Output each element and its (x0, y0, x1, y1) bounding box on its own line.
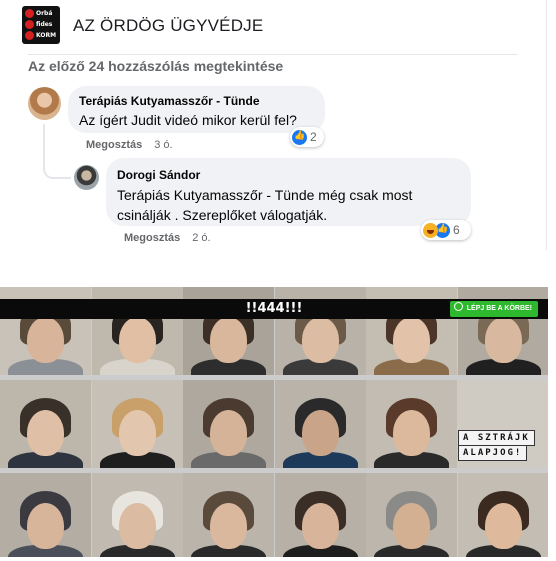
comment-bubble: Terápiás Kutyamasszőr - Tünde Az ígért J… (68, 86, 325, 133)
image-banner: !!444!!! LÉPJ BE A KÖRBE! (0, 299, 548, 319)
comment-author[interactable]: Terápiás Kutyamasszőr - Tünde (79, 94, 260, 108)
post-image[interactable]: !!444!!! LÉPJ BE A KÖRBE! A SZTRÁJK ALAP… (0, 287, 548, 557)
cta-badge: LÉPJ BE A KÖRBE! (449, 301, 538, 317)
portrait-tile (366, 380, 457, 468)
portrait-tile (91, 380, 183, 468)
like-icon (292, 129, 307, 145)
comment-meta: Megosztás 3 ó. (86, 139, 173, 151)
logo-red-dot (25, 9, 34, 18)
comment-timestamp[interactable]: 2 ó. (192, 232, 210, 244)
comment-timestamp[interactable]: 3 ó. (154, 139, 172, 151)
portrait-tile (366, 473, 457, 557)
page-title[interactable]: AZ ÖRDÖG ÜGYVÉDJE (73, 16, 263, 36)
portrait-tile (183, 380, 274, 468)
logo-red-dot (25, 20, 34, 29)
logo-text-3: KORM (36, 32, 57, 39)
haha-icon (423, 222, 438, 238)
reaction-count: 6 (453, 223, 460, 237)
comment-text: Az ígért Judit videó mikor kerül fel? (79, 112, 297, 128)
comment-text: Terápiás Kutyamasszőr - Tünde még csak m… (117, 187, 413, 223)
comment-author[interactable]: Dorogi Sándor (117, 168, 200, 182)
comment-meta: Megosztás 2 ó. (124, 232, 211, 244)
reaction-summary[interactable]: 2 (290, 127, 324, 147)
portrait-tile (0, 380, 91, 468)
view-previous-comments-link[interactable]: Az előző 24 hozzászólás megtekintése (28, 58, 283, 74)
protest-sign-line-1: A SZTRÁJK (458, 430, 535, 446)
logo-red-dot (25, 31, 34, 40)
portrait-tile (183, 473, 274, 557)
share-link[interactable]: Megosztás (124, 232, 180, 244)
page-logo[interactable]: Orbá fides KORM (22, 6, 60, 44)
circle-icon (453, 302, 463, 311)
portrait-tile (0, 473, 91, 557)
divider (28, 54, 518, 55)
protest-sign-line-2: ALAPJOG! (458, 445, 528, 461)
logo-text-1: Orbá (36, 10, 53, 17)
page-header: Orbá fides KORM AZ ÖRDÖG ÜGYVÉDJE (0, 0, 548, 54)
portrait-tile (457, 473, 548, 557)
portrait-tile (274, 380, 366, 468)
reaction-summary[interactable]: 6 (421, 220, 471, 240)
share-link[interactable]: Megosztás (86, 139, 142, 151)
divider (546, 0, 547, 250)
portrait-tile (274, 473, 366, 557)
reply-thread-line (43, 124, 71, 179)
portrait-tile (91, 473, 183, 557)
comment-bubble: Dorogi Sándor Terápiás Kutyamasszőr - Tü… (106, 158, 471, 226)
reaction-count: 2 (310, 130, 317, 144)
page: Orbá fides KORM AZ ÖRDÖG ÜGYVÉDJE Az elő… (0, 0, 556, 561)
cta-label: LÉPJ BE A KÖRBE! (466, 305, 532, 312)
comments-section: Az előző 24 hozzászólás megtekintése Ter… (0, 54, 546, 250)
logo-text-2: fides (36, 21, 53, 28)
avatar[interactable] (74, 165, 99, 190)
avatar[interactable] (28, 87, 61, 120)
